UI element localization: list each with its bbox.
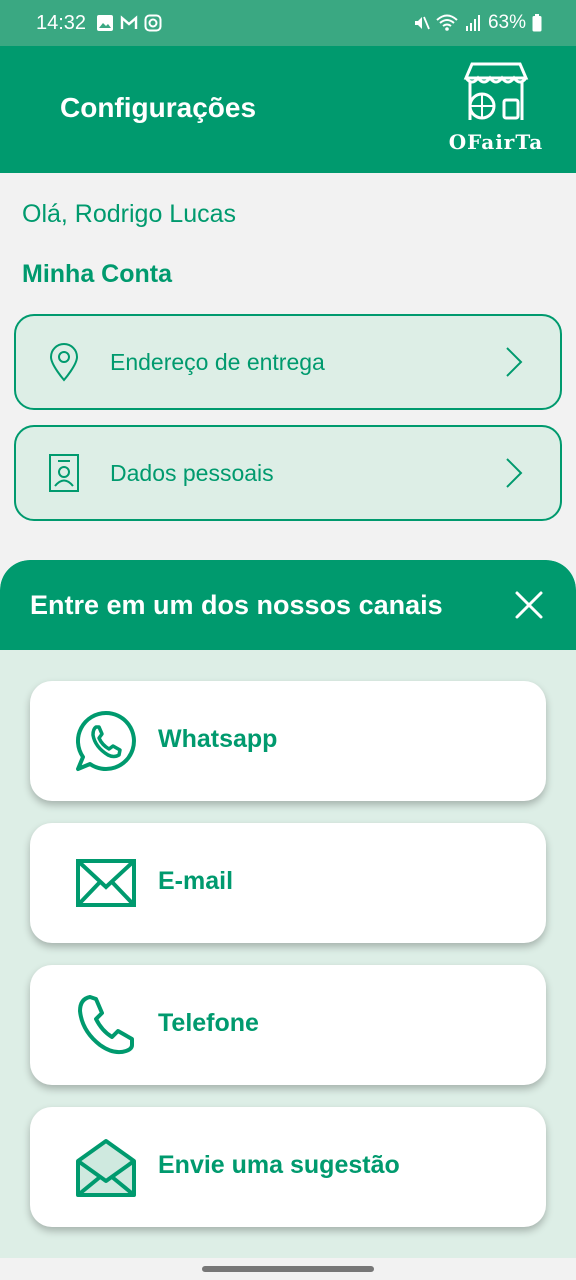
- whatsapp-label: Whatsapp: [158, 725, 278, 753]
- signal-icon: [465, 15, 480, 31]
- battery-percent: 63%: [487, 12, 526, 33]
- app-header: Configurações OFairTa: [0, 46, 576, 173]
- gmail-icon: [120, 15, 138, 29]
- location-pin-icon: [49, 343, 79, 382]
- page-title: Configurações: [60, 92, 257, 123]
- delivery-address-card[interactable]: Endereço de entrega: [14, 314, 562, 410]
- mute-icon: [414, 16, 430, 30]
- mail-icon: [76, 859, 136, 907]
- greeting: Olá, Rodrigo Lucas: [22, 200, 237, 228]
- sheet-title: Entre em um dos nossos canais: [30, 590, 443, 620]
- email-button[interactable]: E-mail: [30, 823, 546, 943]
- email-label: E-mail: [158, 867, 234, 895]
- status-bar: 14:32 63%: [0, 0, 576, 46]
- system-nav-bar: [0, 1258, 576, 1280]
- section-title-account: Minha Conta: [22, 260, 172, 288]
- whatsapp-button[interactable]: Whatsapp: [30, 681, 546, 801]
- phone-button[interactable]: Telefone: [30, 965, 546, 1085]
- market-stall-icon: [463, 62, 529, 120]
- chevron-right-icon: [506, 458, 523, 488]
- personal-data-label: Dados pessoais: [110, 459, 274, 486]
- home-gesture-handle[interactable]: [202, 1266, 374, 1272]
- contact-channels-sheet: Entre em um dos nossos canais Whatsapp E…: [0, 560, 576, 1258]
- open-envelope-icon: [76, 1139, 136, 1197]
- status-time: 14:32: [36, 11, 87, 34]
- suggestion-label: Envie uma sugestão: [158, 1151, 400, 1179]
- delivery-address-label: Endereço de entrega: [110, 348, 325, 375]
- wifi-icon: [436, 14, 458, 31]
- phone-label: Telefone: [158, 1009, 259, 1037]
- chevron-right-icon: [506, 347, 523, 377]
- sheet-header: Entre em um dos nossos canais: [0, 560, 576, 650]
- whatsapp-icon: [75, 711, 136, 771]
- gallery-icon: [97, 15, 114, 31]
- app-logo: OFairTa: [446, 58, 546, 158]
- instagram-icon: [144, 14, 162, 32]
- id-card-icon: [49, 454, 79, 492]
- close-icon[interactable]: [514, 590, 544, 620]
- battery-icon: [532, 14, 542, 32]
- phone-icon: [78, 995, 134, 1055]
- suggestion-button[interactable]: Envie uma sugestão: [30, 1107, 546, 1227]
- personal-data-card[interactable]: Dados pessoais: [14, 425, 562, 521]
- logo-text: OFairTa: [448, 130, 544, 154]
